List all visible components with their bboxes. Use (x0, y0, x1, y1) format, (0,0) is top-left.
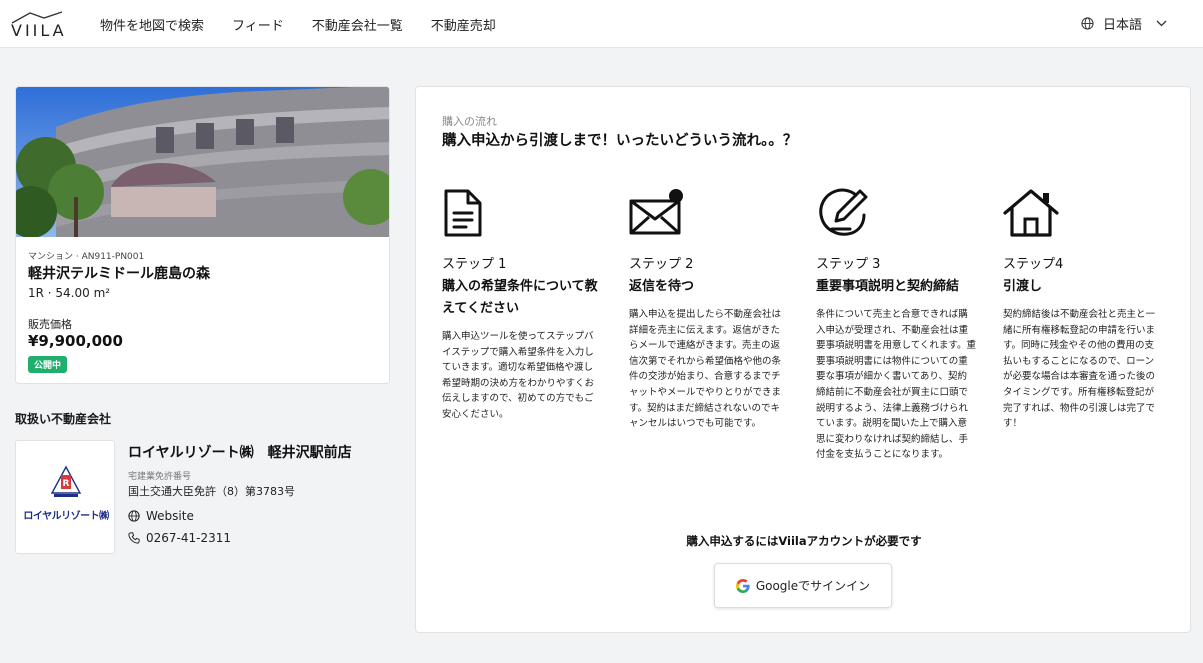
step-3: ステップ 3 重要事項説明と契約締結 条件について売主と合意できれば購入申込が受… (816, 187, 976, 463)
nav-agents[interactable]: 不動産会社一覧 (312, 15, 403, 34)
nav-feed[interactable]: フィード (232, 15, 284, 34)
step-title: 引渡し (1003, 279, 1043, 294)
signin-requirement-note: 購入申込するにはViilaアカウントが必要です (686, 534, 922, 548)
agent-section-heading: 取扱い不動産会社 (15, 412, 112, 426)
step-number: ステップ 1 (442, 257, 507, 272)
step-number: ステップ 2 (629, 257, 694, 272)
mail-notification-icon (629, 189, 683, 235)
step-4: ステップ4 引渡し 契約締結後は不動産会社と売主と一緒に所有権移転登記の申請を行… (1003, 187, 1163, 432)
flow-title: 購入申込から引渡しまで！いったいどういう流れ。。？ (442, 133, 798, 149)
property-price: ¥9,900,000 (28, 332, 123, 350)
license-number: 国土交通大臣免許（8）第3783号 (128, 485, 295, 498)
agent-logo-text: ロイヤルリゾート㈱ (23, 511, 109, 522)
viila-logo[interactable]: VIILA (10, 10, 67, 40)
property-photo (16, 87, 389, 237)
license-label: 宅建業免許番号 (128, 472, 192, 482)
property-type-code: マンション · AN911-PN001 (28, 252, 145, 262)
step-description: 契約締結後は不動産会社と売主と一緒に所有権移転登記の申請を行います。同時に残金や… (1003, 309, 1156, 430)
property-name: 軽井沢テルミドール鹿島の森 (28, 266, 210, 282)
status-badge: 公開中 (28, 356, 68, 373)
globe-icon (128, 510, 140, 522)
house-icon (1003, 189, 1059, 237)
agent-logo[interactable]: R ロイヤルリゾート㈱ (15, 440, 115, 554)
pen-signature-icon (819, 188, 868, 236)
globe-icon (1081, 17, 1094, 30)
price-label: 販売価格 (28, 318, 72, 331)
nav-map-search[interactable]: 物件を地図で検索 (100, 15, 204, 34)
step-title: 購入の希望条件について教えてください (442, 279, 598, 316)
step-description: 条件について売主と合意できれば購入申込が受理され、不動産会社は重要事項説明書を用… (816, 309, 976, 461)
step-number: ステップ 3 (816, 257, 881, 272)
nav-sell[interactable]: 不動産売却 (431, 15, 496, 34)
top-header: VIILA 物件を地図で検索 フィード 不動産会社一覧 不動産売却 日本語 (0, 0, 1203, 48)
agent-phone-link[interactable]: 0267-41-2311 (128, 531, 231, 545)
svg-text:R: R (63, 479, 70, 489)
agent-name: ロイヤルリゾート㈱ 軽井沢駅前店 (128, 445, 352, 461)
google-g-icon (735, 578, 750, 593)
step-number: ステップ4 (1003, 257, 1064, 272)
chevron-down-icon (1156, 20, 1167, 27)
phone-number: 0267-41-2311 (146, 531, 232, 545)
step-title: 返信を待つ (629, 279, 695, 294)
purchase-flow-panel: 購入の流れ 購入申込から引渡しまで！いったいどういう流れ。。？ ステップ 1 購… (415, 86, 1191, 633)
step-1: ステップ 1 購入の希望条件について教えてください 購入申込ツールを使ってステッ… (442, 187, 602, 423)
document-icon (444, 189, 482, 237)
property-size: 1R · 54.00 m² (28, 286, 111, 300)
language-selector[interactable]: 日本語 (1081, 14, 1167, 33)
flow-section-label: 購入の流れ (442, 115, 497, 128)
logo-text: VIILA (11, 21, 67, 40)
agent-emblem-icon: R (50, 465, 82, 497)
step-2: ステップ 2 返信を待つ 購入申込を提出したら不動産会社は詳細を売主に伝えます。… (629, 187, 789, 432)
property-card[interactable]: マンション · AN911-PN001 軽井沢テルミドール鹿島の森 1R · 5… (15, 86, 390, 384)
main-nav: 物件を地図で検索 フィード 不動産会社一覧 不動産売却 (100, 15, 524, 34)
phone-icon (128, 532, 140, 544)
google-signin-label: Googleでサインイン (755, 579, 871, 593)
agent-website-link[interactable]: Website (128, 509, 194, 523)
step-description: 購入申込を提出したら不動産会社は詳細を売主に伝えます。返信がきたらメールで連絡が… (629, 309, 782, 430)
language-label: 日本語 (1102, 18, 1142, 33)
step-title: 重要事項説明と契約締結 (816, 279, 960, 294)
google-signin-button[interactable]: Googleでサインイン (714, 563, 892, 608)
step-description: 購入申込ツールを使ってステップバイステップで購入希望条件を入力していきます。適切… (442, 331, 595, 420)
website-label: Website (146, 509, 194, 523)
